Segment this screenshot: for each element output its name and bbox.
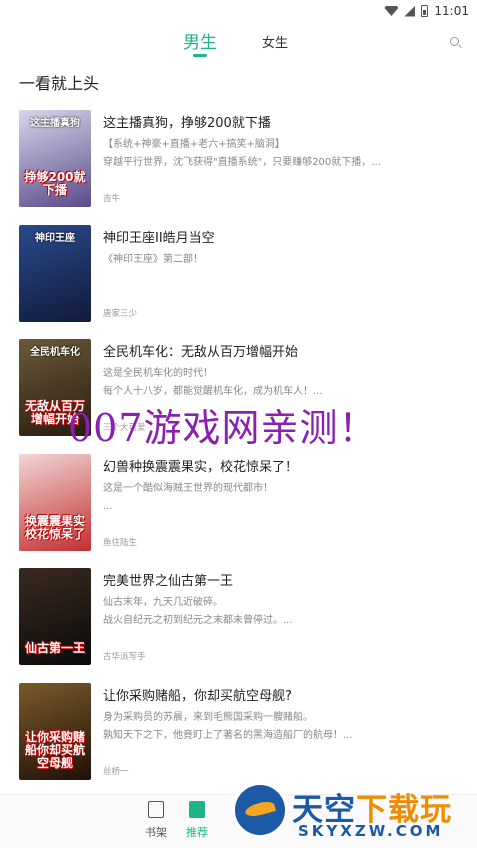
book-desc-line: ... — [103, 500, 113, 512]
recommend-icon — [189, 801, 205, 818]
logo-sub: SKYXZW.COM — [298, 822, 444, 840]
book-title[interactable]: 神印王座II皓月当空 — [103, 227, 215, 246]
watermark-text: 007游戏网亲测！ — [68, 406, 378, 450]
nav-recommend-label: 推荐 — [186, 826, 208, 839]
book-desc-line: 仙古末年，九天几近破碎。 — [103, 597, 223, 608]
cover-title-text: 挣够200就下播 — [24, 170, 86, 197]
book-desc-line: 身为采购员的苏晨，来到毛熊国采购一艘赌船。 — [103, 711, 313, 723]
book-author: 唐家三少 — [103, 308, 138, 319]
book-desc-line: 《神印王座》第二部！ — [103, 253, 203, 265]
book-cover[interactable]: 换震震果实校花惊呆了 — [19, 453, 91, 551]
wifi-icon — [384, 6, 399, 16]
book-title[interactable]: 幻兽种换震震果实，校花惊呆了！ — [103, 456, 298, 475]
bookshelf-icon — [148, 801, 164, 818]
book-title[interactable]: 让你采购赌船，你却买航空母舰? — [103, 685, 292, 704]
book-cover[interactable]: 神印王座 — [19, 224, 91, 322]
nav-bookshelf-label: 书架 — [145, 826, 167, 839]
status-bar: 11:01 — [0, 0, 477, 22]
cover-title-text: 仙古第一王 — [24, 641, 85, 655]
logo-emblem-icon — [232, 782, 288, 838]
clock: 11:01 — [434, 4, 469, 18]
book-desc-line: 这是一个酷似海贼王世界的现代都市！ — [103, 482, 273, 494]
book-desc-line: 穿越平行世界，沈飞获得"直播系统"，只要赚够200就下播，... — [103, 157, 381, 168]
cover-top-text: 神印王座 — [35, 232, 75, 244]
tab-male[interactable]: 男生 — [183, 28, 217, 53]
book-desc-line: 【系统+神豪+直播+老六+搞笑+脑洞】 — [103, 139, 285, 150]
bottom-nav: 书架 推荐 天空下载玩 SKYXZW.COM — [0, 782, 477, 848]
book-description: 这是全民机车化的时代！ 每个人十八岁，都能觉醒机车化，成为机车人！... — [103, 365, 403, 401]
nav-recommend[interactable]: 推荐 — [177, 801, 217, 840]
gender-tabs: 男生 女生 — [0, 24, 477, 60]
book-description: 【系统+神豪+直播+老六+搞笑+脑洞】穿越平行世界，沈飞获得"直播系统"，只要赚… — [103, 136, 403, 172]
book-item[interactable]: 换震震果实校花惊呆了 幻兽种换震震果实，校花惊呆了！ 这是一个酷似海贼王世界的现代都… — [0, 452, 477, 567]
book-description: 仙古末年，九天几近破碎。战火自纪元之初到纪元之末都未曾停过。... — [103, 594, 403, 630]
cover-title-text: 让你采购赌船你却买航空母舰 — [24, 729, 85, 770]
book-description: 《神印王座》第二部！ — [103, 251, 403, 269]
book-cover[interactable]: 让你采购赌船你却买航空母舰 — [19, 682, 91, 780]
cover-top-text: 这主播真狗 — [30, 118, 80, 129]
signal-icon — [404, 5, 416, 17]
book-author: 古华派写手 — [103, 652, 146, 662]
book-title[interactable]: 完美世界之仙古第一王 — [103, 570, 233, 589]
cover-top-text: 全民机车化 — [30, 347, 80, 358]
book-description: 这是一个酷似海贼王世界的现代都市！... — [103, 480, 403, 516]
book-desc-line: 孰知天下之下，他竟盯上了著名的黑海造船厂的航母！... — [103, 729, 353, 741]
cover-title-text: 换震震果实校花惊呆了 — [24, 513, 85, 541]
section-title: 一看就上头 — [19, 74, 100, 93]
book-desc-line: 这是全民机车化的时代！ — [103, 368, 213, 379]
book-item[interactable]: 仙古第一王 完美世界之仙古第一王仙古末年，九天几近破碎。战火自纪元之初到纪元之末都… — [0, 566, 477, 681]
book-desc-line: 战火自纪元之初到纪元之末都未曾停过。... — [103, 615, 293, 626]
book-author: 丝桥一 — [103, 766, 129, 777]
book-description: 身为采购员的苏晨，来到毛熊国采购一艘赌船。孰知天下之下，他竟盯上了著名的黑海造船… — [103, 709, 403, 745]
book-author: 吉牛 — [103, 194, 121, 204]
book-item[interactable]: 让你采购赌船你却买航空母舰 让你采购赌船，你却买航空母舰? 身为采购员的苏晨，来到毛… — [0, 681, 477, 796]
book-cover[interactable]: 仙古第一王 — [19, 568, 91, 665]
nav-bookshelf[interactable]: 书架 — [136, 801, 176, 840]
book-item[interactable]: 这主播真狗 挣够200就下播 这主播真狗，挣够200就下播 【系统+神豪+直播+老六+… — [0, 108, 477, 223]
tab-female[interactable]: 女生 — [262, 32, 288, 51]
search-icon[interactable] — [450, 37, 459, 46]
book-title[interactable]: 这主播真狗，挣够200就下播 — [103, 112, 271, 131]
book-author: 鱼住陆生 — [103, 537, 138, 548]
site-logo: 天空下载玩 SKYXZW.COM — [232, 782, 472, 844]
book-item[interactable]: 神印王座 神印王座II皓月当空《神印王座》第二部！ 唐家三少 — [0, 223, 477, 338]
active-tab-indicator — [193, 54, 207, 57]
book-cover[interactable]: 这主播真狗挣够200就下播 — [19, 110, 91, 207]
battery-icon — [421, 5, 429, 17]
book-title[interactable]: 全民机车化：无敌从百万增幅开始 — [103, 341, 298, 360]
